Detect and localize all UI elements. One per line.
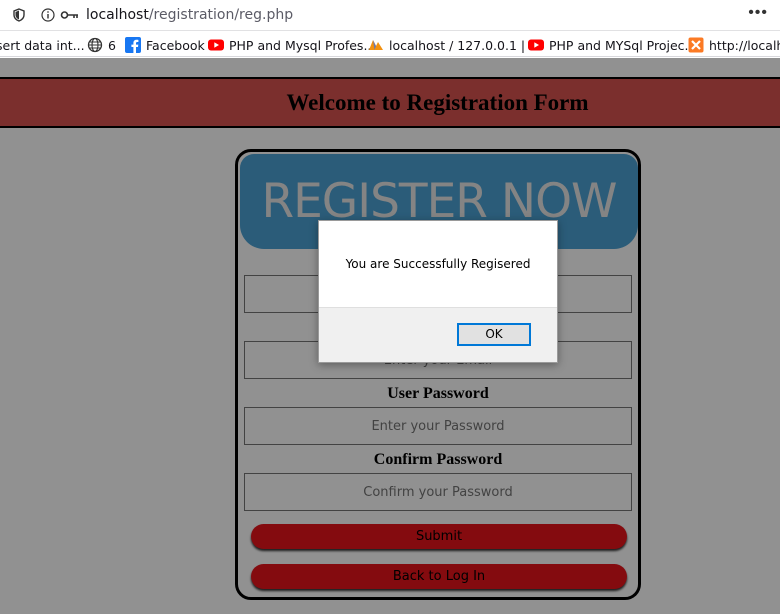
bookmark-label: sert data int... [0, 37, 85, 53]
url-host: localhost [86, 7, 149, 23]
bookmark-item[interactable]: sert data int... [0, 36, 85, 54]
bookmark-item[interactable]: 6 [87, 36, 116, 54]
url-text[interactable]: localhost/registration/reg.php [86, 7, 293, 23]
bookmark-label: PHP and Mysql Profes... [229, 37, 376, 53]
ok-button[interactable]: OK [457, 323, 531, 346]
phpmyadmin-icon [369, 40, 383, 50]
shield-icon[interactable] [12, 8, 26, 22]
globe-icon [87, 37, 103, 53]
key-icon[interactable] [60, 8, 79, 22]
bookmark-label: Facebook [146, 37, 205, 53]
alert-footer: OK [319, 307, 557, 362]
info-icon[interactable] [41, 8, 55, 22]
bookmark-label: localhost / 127.0.0.1 | ... [389, 37, 541, 53]
page-actions-menu[interactable]: ••• [748, 4, 768, 22]
alert-dialog: You are Successfully Regisered OK [318, 220, 558, 363]
youtube-icon [208, 39, 224, 51]
address-bar: localhost/registration/reg.php ••• [0, 0, 780, 31]
bookmark-item[interactable]: PHP and MYSql Projec... [528, 36, 696, 54]
bookmark-item[interactable]: PHP and Mysql Profes... [208, 36, 375, 54]
facebook-icon [125, 37, 141, 53]
alert-message: You are Successfully Regisered [345, 257, 531, 271]
bookmarks-toolbar: sert data int... 6 Facebook PHP and Mysq… [0, 31, 780, 57]
youtube-icon [528, 39, 544, 51]
url-path: /registration/reg.php [148, 7, 294, 23]
xampp-icon [688, 37, 704, 53]
bookmark-item[interactable]: Facebook [125, 36, 205, 54]
bookmark-label: http://localho [709, 37, 780, 53]
bookmark-label: 6 [108, 37, 116, 53]
bookmark-item[interactable]: localhost / 127.0.0.1 | ... [368, 36, 541, 54]
bookmark-item[interactable]: http://localho [688, 36, 780, 54]
bookmark-label: PHP and MYSql Projec... [549, 37, 697, 53]
